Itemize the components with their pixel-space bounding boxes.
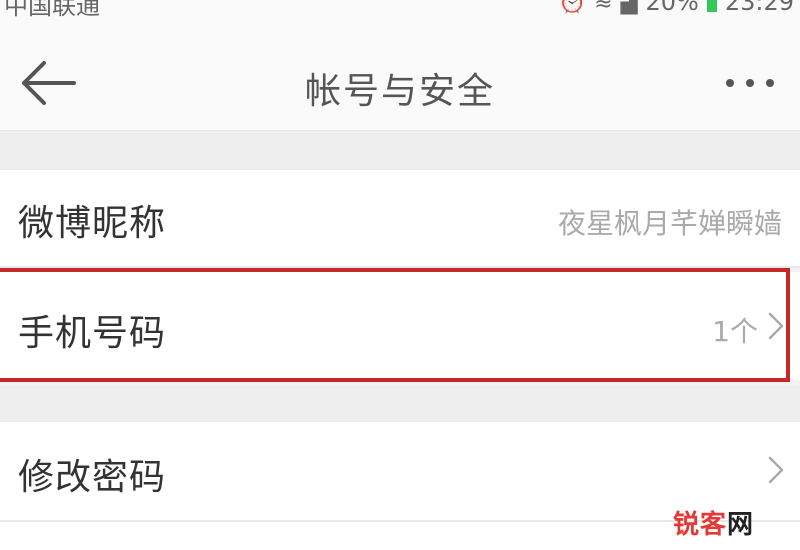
settings-row-phone[interactable]: 手机号码 1个 xyxy=(0,272,800,380)
row-label: 手机号码 xyxy=(18,313,167,354)
carrier-label: 中国联通 xyxy=(4,0,100,20)
phone-count-value: 1个 xyxy=(712,315,758,348)
signal-icon: ▟ xyxy=(620,0,638,15)
nickname-value: 夜星枫月芊婵瞬嫱 xyxy=(557,207,782,240)
page-title: 帐号与安全 xyxy=(304,71,495,112)
alarm-icon: ⏰ xyxy=(558,0,587,15)
clock-time: 23:29 xyxy=(724,0,794,16)
wifi-icon: ≋ xyxy=(594,0,613,15)
battery-percent: 20% xyxy=(645,0,699,16)
chevron-right-icon xyxy=(768,312,784,340)
status-bar: 中国联通 ⏰ ≋ ▟ 20% 23:29 xyxy=(0,0,800,22)
row-divider xyxy=(0,266,800,268)
settings-row-nickname[interactable]: 微博昵称 夜星枫月芊婵瞬嫱 xyxy=(0,170,800,266)
chevron-right-icon xyxy=(768,456,784,484)
watermark-logo: 锐客网 xyxy=(673,504,754,541)
row-label: 修改密码 xyxy=(18,457,167,498)
navigation-bar: 帐号与安全 xyxy=(0,22,800,131)
section-gap xyxy=(0,386,800,422)
battery-icon xyxy=(706,0,717,12)
section-gap xyxy=(0,131,800,170)
status-indicators: ⏰ ≋ ▟ 20% 23:29 xyxy=(559,0,794,16)
watermark-text: 锐客 xyxy=(672,510,727,540)
row-label: 微博昵称 xyxy=(18,203,167,244)
more-icon[interactable] xyxy=(724,74,776,87)
watermark-text: 网 xyxy=(726,510,754,540)
